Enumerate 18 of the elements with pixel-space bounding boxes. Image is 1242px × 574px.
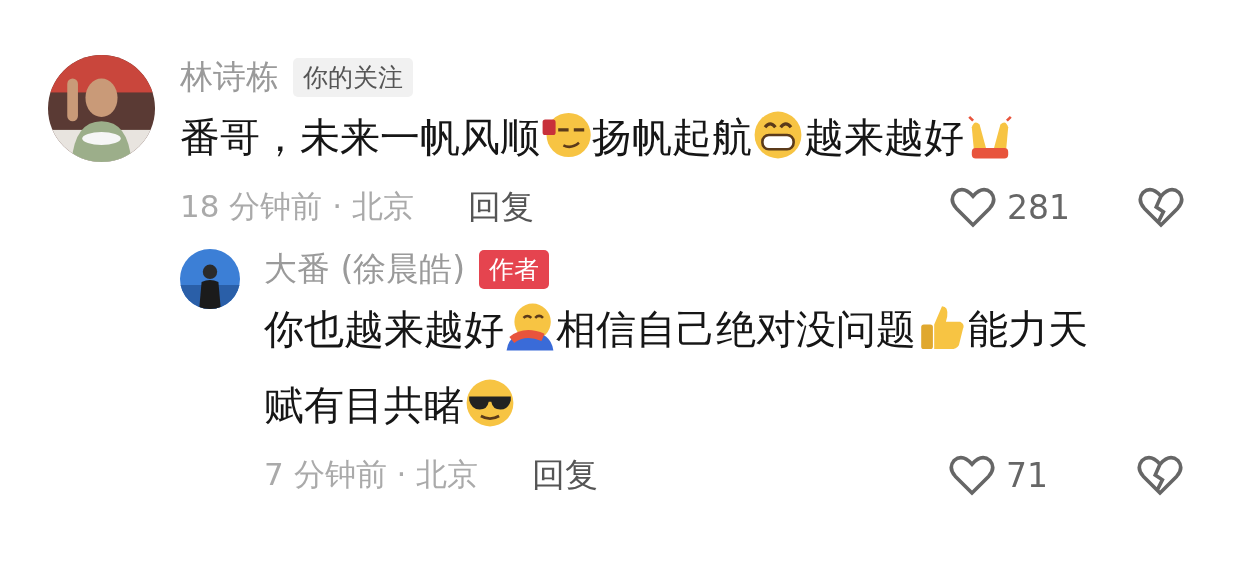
reply-button[interactable]: 回复 (467, 184, 534, 230)
comment-time: 7 分钟前 · 北京 (264, 455, 479, 494)
like-count: 71 (1006, 455, 1049, 495)
comment-text: 能力天 (968, 306, 1088, 352)
comment-text: 扬帆起航 (592, 114, 752, 160)
comment-text: 赋有目共睹 (264, 382, 464, 428)
hug-emoji-icon (504, 301, 556, 353)
comment-text: 越来越好 (804, 114, 964, 160)
comment-text: 相信自己绝对没问题 (556, 306, 916, 352)
like-count: 281 (1007, 187, 1071, 227)
comment-text: 你也越来越好 (264, 306, 504, 352)
grin-emoji-icon (752, 109, 804, 161)
author-tag: 作者 (479, 249, 550, 289)
comment-text: 番哥，未来一帆风顺 (180, 114, 540, 160)
reply-button[interactable]: 回复 (532, 452, 599, 498)
comment-time: 18 分钟前 · 北京 (180, 187, 414, 226)
follow-tag: 你的关注 (293, 57, 413, 97)
sunglasses-emoji-icon (464, 377, 516, 429)
